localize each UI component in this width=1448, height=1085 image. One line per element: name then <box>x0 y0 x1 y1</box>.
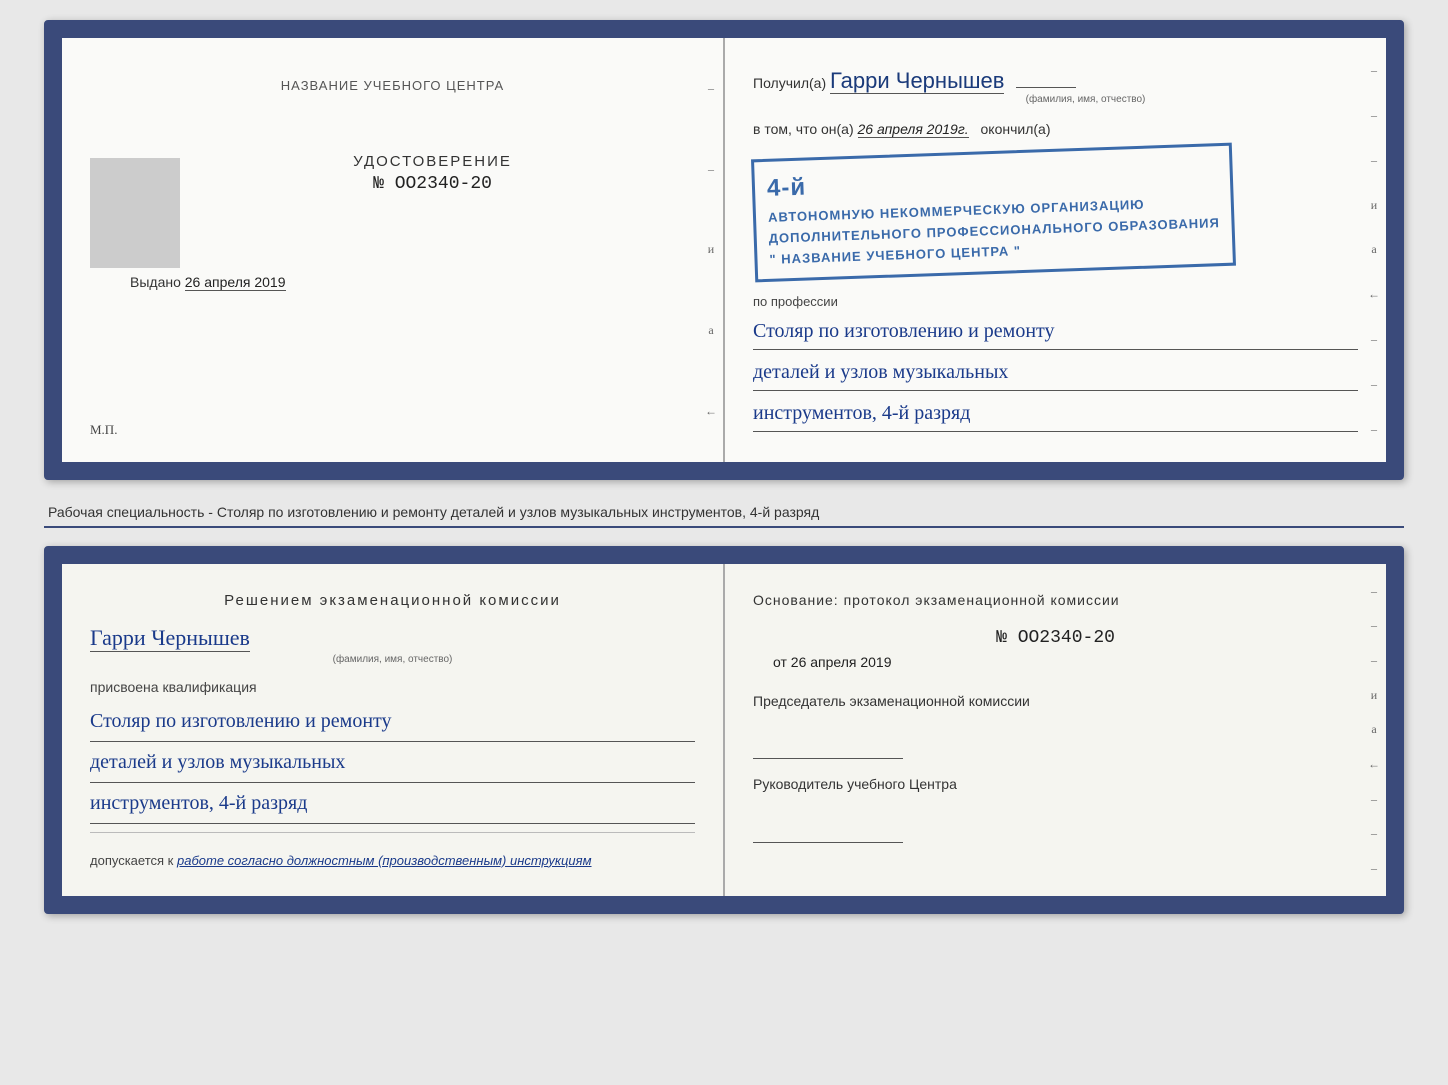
bottom-document: Решением экзаменационной комиссии Гарри … <box>44 546 1404 914</box>
from-date: от 26 апреля 2019 <box>773 654 1358 670</box>
director-title: Руководитель учебного Центра <box>753 775 1358 795</box>
right-side-dashes-top-left: – – и а ← <box>699 38 723 462</box>
stamp-box: 4-й АВТОНОМНУЮ НЕКОММЕРЧЕСКУЮ ОРГАНИЗАЦИ… <box>751 143 1236 283</box>
issued-label: Выдано <box>130 274 181 290</box>
char-a: а <box>705 323 717 338</box>
profession-line3-top: инструментов, 4-й разряд <box>753 395 1358 432</box>
subtitle-bar: Рабочая специальность - Столяр по изгото… <box>44 498 1404 528</box>
subtitle-text: Рабочая специальность - Столяр по изгото… <box>48 504 819 520</box>
допускается-value: работе согласно должностным (производств… <box>177 853 592 868</box>
right-side-dashes-bottom-right: – – – и а ← – – – <box>1362 564 1386 896</box>
issued-date: 26 апреля 2019 <box>185 274 286 291</box>
bottom-profession-line1: Столяр по изготовлению и ремонту <box>90 701 695 742</box>
cert-number: № OO2340-20 <box>170 174 695 194</box>
right-side-dashes-top-right: – – – и а ← – – – <box>1362 38 1386 462</box>
top-left-page: НАЗВАНИЕ УЧЕБНОГО ЦЕНТРА УДОСТОВЕРЕНИЕ №… <box>62 38 725 462</box>
char-arrow: ← <box>705 404 717 419</box>
cert-label: УДОСТОВЕРЕНИЕ <box>170 153 695 170</box>
profession-label-top: по профессии <box>753 294 1358 309</box>
recipient-name: Гарри Чернышев <box>830 68 1004 94</box>
cert-number-prefix: № <box>373 174 384 194</box>
photo-placeholder <box>90 158 180 268</box>
in-that-line: в том, что он(а) 26 апреля 2019г. окончи… <box>753 121 1358 137</box>
recipient-prefix: Получил(а) <box>753 75 826 91</box>
top-right-page: Получил(а) Гарри Чернышев (фамилия, имя,… <box>725 38 1386 462</box>
bottom-right-page: Основание: протокол экзаменационной коми… <box>725 564 1386 896</box>
protocol-number: № OO2340-20 <box>753 628 1358 648</box>
chairman-signature-line <box>753 735 903 759</box>
divider <box>90 832 695 833</box>
bottom-left-page: Решением экзаменационной комиссии Гарри … <box>62 564 725 896</box>
from-prefix: от <box>773 654 787 670</box>
profession-line2-top: деталей и узлов музыкальных <box>753 354 1358 391</box>
completed-date: 26 апреля 2019г. <box>858 121 969 138</box>
допускается-prefix: допускается к <box>90 853 173 868</box>
profession-line1-top: Столяр по изготовлению и ремонту <box>753 313 1358 350</box>
top-document: НАЗВАНИЕ УЧЕБНОГО ЦЕНТРА УДОСТОВЕРЕНИЕ №… <box>44 20 1404 480</box>
person-name: Гарри Чернышев <box>90 625 250 652</box>
recipient-line: Получил(а) Гарри Чернышев (фамилия, имя,… <box>753 68 1358 105</box>
top-left-title: НАЗВАНИЕ УЧЕБНОГО ЦЕНТРА <box>90 78 695 93</box>
bottom-profession-line2: деталей и узлов музыкальных <box>90 742 695 783</box>
completed-suffix: окончил(а) <box>981 121 1051 137</box>
basis-line: Основание: протокол экзаменационной коми… <box>753 592 1358 608</box>
fio-label-bottom: (фамилия, имя, отчество) <box>90 654 695 665</box>
bottom-profession-line3: инструментов, 4-й разряд <box>90 783 695 824</box>
fio-label-top: (фамилия, имя, отчество) <box>813 94 1358 105</box>
cert-number-value: OO2340-20 <box>395 174 492 194</box>
qualification-label: присвоена квалификация <box>90 679 695 695</box>
decision-title: Решением экзаменационной комиссии <box>90 592 695 609</box>
person-name-block: Гарри Чернышев (фамилия, имя, отчество) <box>90 625 695 665</box>
in-that-prefix: в том, что он(а) <box>753 121 854 137</box>
from-date-value: 26 апреля 2019 <box>791 654 892 670</box>
number-value: OO2340-20 <box>1018 628 1115 648</box>
number-prefix: № <box>996 628 1007 648</box>
mp-label: М.П. <box>90 422 117 438</box>
cert-main-block: УДОСТОВЕРЕНИЕ № OO2340-20 <box>170 153 695 194</box>
issued-block: Выдано 26 апреля 2019 <box>130 274 695 290</box>
допускается-line: допускается к работе согласно должностны… <box>90 853 695 868</box>
char-i: и <box>705 242 717 257</box>
chairman-title: Председатель экзаменационной комиссии <box>753 692 1358 712</box>
director-signature-line <box>753 819 903 843</box>
